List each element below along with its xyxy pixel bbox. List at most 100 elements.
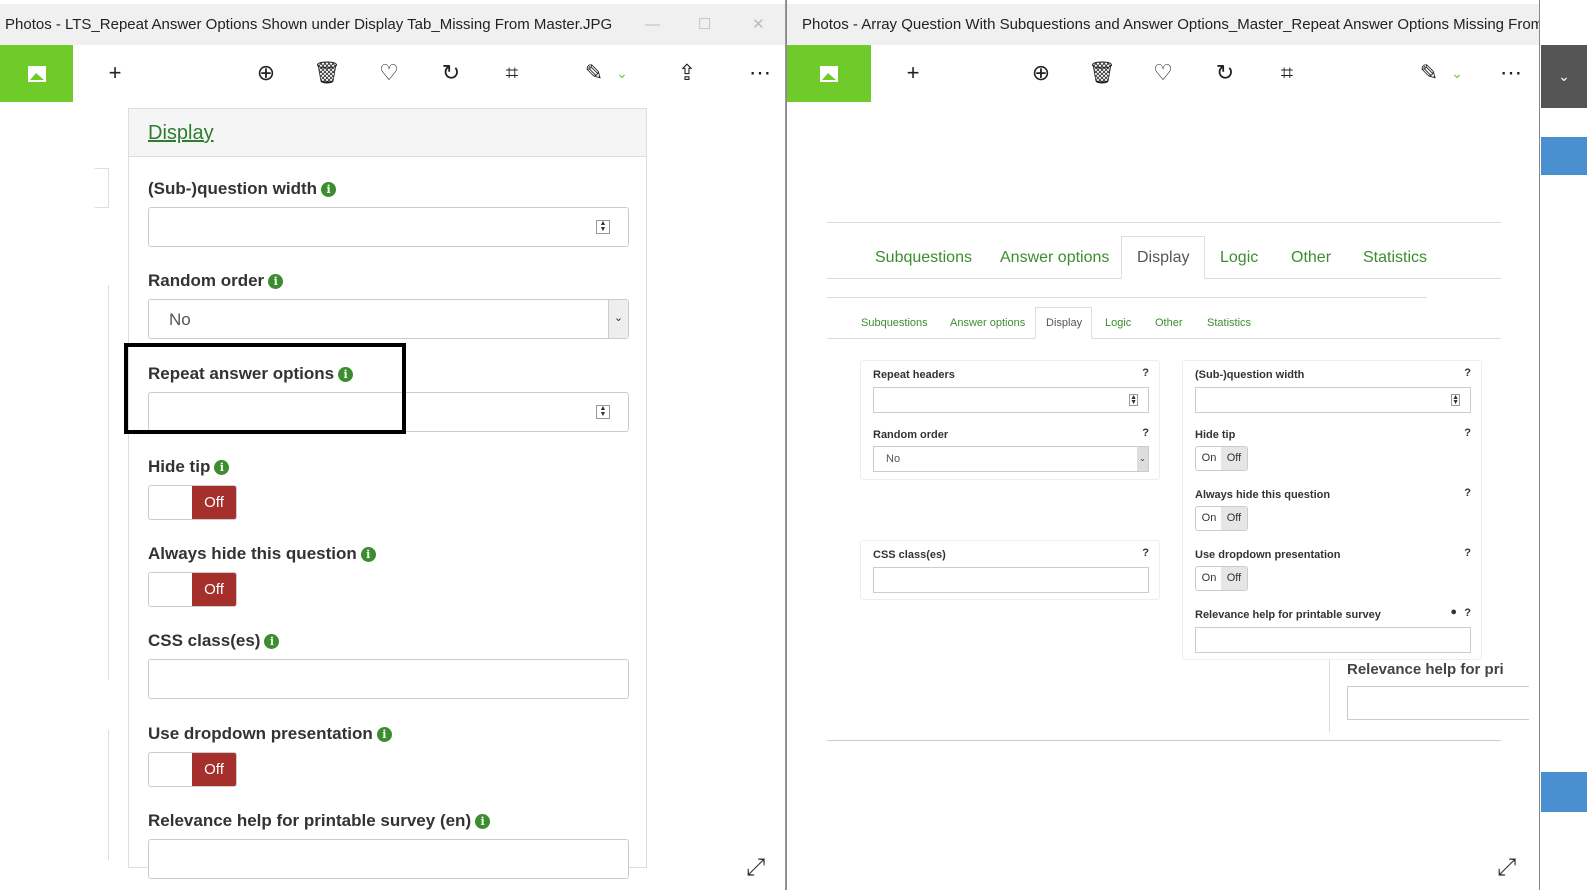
background-highlight (1541, 772, 1587, 812)
subtab-logic[interactable]: Logic (1105, 317, 1131, 329)
chevron-down-icon[interactable]: ⌄ (608, 300, 628, 338)
info-icon[interactable]: i (321, 182, 337, 197)
dropdown-toggle[interactable]: Off (148, 752, 237, 787)
relevance-help-input[interactable] (1195, 627, 1471, 653)
subtab-other[interactable]: Other (1155, 317, 1183, 329)
help-icon[interactable]: ? (1464, 607, 1471, 619)
help-icon[interactable]: ? (1464, 427, 1471, 439)
dropdown-toggle[interactable]: On Off (1195, 566, 1248, 591)
photo-icon-button[interactable] (787, 45, 871, 102)
help-icon[interactable]: ? (1464, 487, 1471, 499)
field-label: Repeat headers (873, 369, 955, 381)
field-label: CSS class(es) i (148, 631, 280, 651)
random-order-select[interactable]: No ⌄ (148, 299, 629, 339)
subtab-display[interactable]: Display (1046, 317, 1082, 329)
add-icon[interactable]: + (101, 59, 129, 87)
relevance-partial-input[interactable] (1347, 686, 1529, 720)
field-label: Random order i (148, 271, 284, 291)
favorite-heart-icon[interactable]: ♡ (375, 59, 403, 87)
chevron-down-icon[interactable]: ⌄ (608, 59, 636, 87)
divider (827, 222, 1501, 223)
chevron-down-icon[interactable]: ⌄ (1541, 45, 1587, 108)
random-order-select[interactable]: No ⌄ (873, 446, 1149, 472)
share-icon[interactable]: ⇪ (673, 59, 701, 87)
field-label: Use dropdown presentation (1195, 549, 1341, 561)
delete-icon[interactable]: 🗑 (1088, 59, 1116, 87)
favorite-heart-icon[interactable]: ♡ (1149, 59, 1177, 87)
expand-icon[interactable]: ⤢ (746, 854, 765, 882)
question-width-input[interactable]: ▲ ▼ (148, 207, 629, 247)
expand-icon[interactable]: ⤢ (1497, 854, 1516, 882)
background-highlight (1541, 137, 1587, 175)
always-hide-toggle[interactable]: Off (148, 572, 237, 607)
spinner-icon: ▲ ▼ (1451, 394, 1460, 406)
tab-subquestions[interactable]: Subquestions (875, 249, 972, 267)
help-icon[interactable]: ? (1142, 367, 1149, 379)
select-value: No (169, 310, 191, 329)
tab-display[interactable]: Display (1137, 249, 1189, 267)
field-label: Always hide this question (1195, 489, 1331, 501)
question-width-input[interactable]: ▲ ▼ (1195, 387, 1471, 413)
relevance-help-input[interactable] (148, 839, 629, 879)
select-value: No (886, 453, 901, 465)
tab-logic[interactable]: Logic (1220, 249, 1258, 267)
maximize-button[interactable]: ☐ (698, 4, 711, 45)
subtab-subquestions[interactable]: Subquestions (861, 317, 928, 329)
hide-tip-toggle[interactable]: On Off (1195, 446, 1248, 471)
info-icon[interactable]: i (214, 460, 230, 475)
photo-icon-button[interactable] (0, 45, 73, 102)
tab-other[interactable]: Other (1291, 249, 1331, 267)
css-classes-input[interactable] (873, 567, 1149, 593)
window-title: Photos - LTS_Repeat Answer Options Shown… (5, 16, 613, 33)
spinner-icon: ▲ ▼ (596, 405, 610, 419)
spinner-icon: ▲ ▼ (596, 220, 610, 234)
field-label: Hide tip i (148, 457, 230, 477)
delete-icon[interactable]: 🗑 (313, 59, 341, 87)
help-icon[interactable]: ? (1464, 547, 1471, 559)
field-label: CSS class(es) (873, 549, 946, 561)
toolbar: + ⊕ 🗑 ♡ ↻ ⌗ ✎ ⌄ ⇪ ⋯ (0, 45, 785, 102)
display-header-link[interactable]: Display (148, 122, 214, 145)
add-icon[interactable]: + (899, 59, 927, 87)
rotate-icon[interactable]: ↻ (437, 59, 465, 87)
help-icon[interactable]: ? (1142, 547, 1149, 559)
partial-panel: Relevance help for pri (1329, 660, 1529, 732)
info-icon[interactable]: i (360, 547, 376, 562)
zoom-in-icon[interactable]: ⊕ (252, 59, 280, 87)
side-stub (95, 285, 109, 680)
photos-window-left: Photos - LTS_Repeat Answer Options Shown… (0, 0, 786, 890)
image-icon (820, 65, 838, 82)
side-stub (95, 168, 109, 208)
help-icon[interactable]: ? (1142, 427, 1149, 439)
chevron-down-icon[interactable]: ⌄ (1137, 447, 1148, 471)
spinner-icon: ▲ ▼ (1129, 394, 1138, 406)
tab-statistics[interactable]: Statistics (1363, 249, 1427, 267)
help-icon[interactable]: ? (1464, 367, 1471, 379)
subtab-answer-options[interactable]: Answer options (950, 317, 1025, 329)
field-label: (Sub-)question width (1195, 369, 1305, 381)
edit-icon[interactable]: ✎ (580, 59, 608, 87)
globe-icon[interactable]: ● (1450, 606, 1457, 618)
css-classes-input[interactable] (148, 659, 629, 699)
card-left-1: Repeat headers ? ▲ ▼ Random order ? No ⌄ (860, 360, 1160, 480)
repeat-headers-input[interactable]: ▲ ▼ (873, 387, 1149, 413)
crop-icon[interactable]: ⌗ (498, 59, 526, 87)
edit-icon[interactable]: ✎ (1415, 59, 1443, 87)
tab-answer-options[interactable]: Answer options (1000, 249, 1109, 267)
chevron-down-icon[interactable]: ⌄ (1443, 59, 1471, 87)
zoom-in-icon[interactable]: ⊕ (1027, 59, 1055, 87)
always-hide-toggle[interactable]: On Off (1195, 506, 1248, 531)
crop-icon[interactable]: ⌗ (1273, 59, 1301, 87)
subtab-statistics[interactable]: Statistics (1207, 317, 1251, 329)
info-icon[interactable]: i (376, 727, 392, 742)
rotate-icon[interactable]: ↻ (1211, 59, 1239, 87)
hide-tip-toggle[interactable]: Off (148, 485, 237, 520)
info-icon[interactable]: i (475, 814, 491, 829)
more-icon[interactable]: ⋯ (1497, 59, 1525, 87)
info-icon[interactable]: i (268, 274, 284, 289)
divider (827, 338, 1501, 339)
minimize-button[interactable]: — (645, 4, 660, 45)
close-button[interactable]: ✕ (752, 4, 765, 45)
more-icon[interactable]: ⋯ (746, 59, 774, 87)
info-icon[interactable]: i (264, 634, 280, 649)
